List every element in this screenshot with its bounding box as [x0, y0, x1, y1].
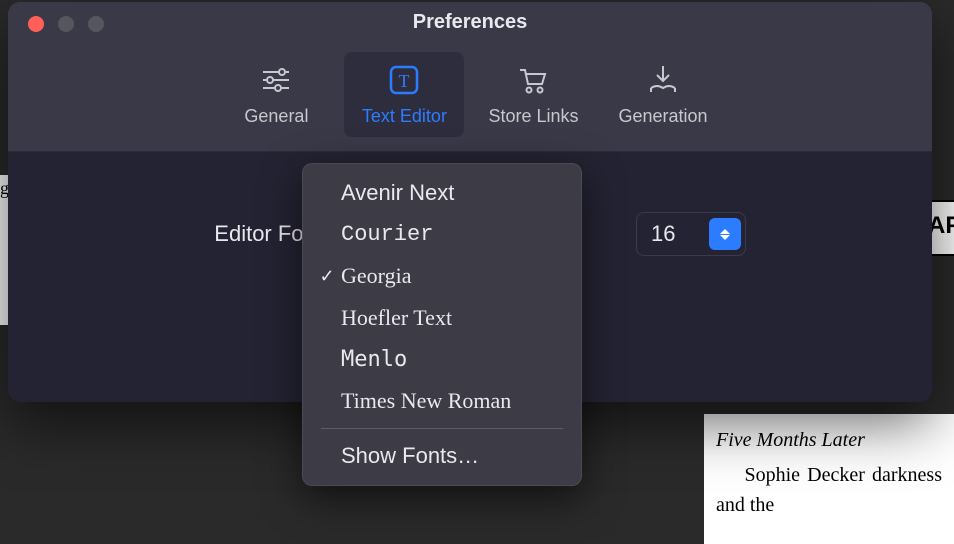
font-size-input[interactable]	[637, 213, 705, 255]
window-title: Preferences	[24, 11, 916, 34]
tab-store-links[interactable]: Store Links	[472, 52, 594, 137]
font-option-hoefler-text[interactable]: Hoefler Text	[303, 297, 581, 339]
font-option-courier[interactable]: Courier	[303, 214, 581, 255]
menu-item-label: Hoefler Text	[341, 305, 452, 331]
tab-generation[interactable]: Generation	[602, 52, 723, 137]
minimize-button[interactable]	[58, 16, 74, 32]
text-editor-icon: T	[386, 62, 422, 98]
maximize-button[interactable]	[88, 16, 104, 32]
chevron-up-icon	[720, 229, 730, 234]
font-option-avenir-next[interactable]: Avenir Next	[303, 172, 581, 214]
menu-item-label: Times New Roman	[341, 388, 511, 414]
svg-text:T: T	[399, 71, 410, 91]
font-size-stepper[interactable]	[709, 218, 741, 250]
cart-icon	[515, 62, 551, 98]
tab-label: General	[244, 106, 308, 127]
font-dropdown-menu: Avenir Next Courier ✓ Georgia Hoefler Te…	[302, 163, 582, 486]
menu-item-label: Menlo	[341, 347, 407, 372]
menu-item-label: Show Fonts…	[341, 443, 479, 469]
background-document: Five Months Later Sophie Decker darkness…	[704, 414, 954, 544]
tab-label: Text Editor	[362, 106, 447, 127]
tab-general[interactable]: General	[216, 52, 336, 137]
check-icon: ✓	[313, 266, 341, 287]
download-book-icon	[645, 62, 681, 98]
tab-text-editor[interactable]: T Text Editor	[344, 52, 464, 137]
preferences-tabbar: General T Text Editor Store Links	[8, 42, 932, 152]
font-option-times-new-roman[interactable]: Times New Roman	[303, 380, 581, 422]
menu-divider	[321, 428, 563, 429]
font-size-field	[636, 212, 746, 256]
tab-label: Store Links	[488, 106, 578, 127]
traffic-lights	[28, 16, 104, 32]
tab-label: Generation	[618, 106, 707, 127]
menu-item-label: Georgia	[341, 263, 411, 289]
chevron-down-icon	[720, 235, 730, 240]
sliders-icon	[258, 62, 294, 98]
menu-item-label: Avenir Next	[341, 180, 454, 206]
close-button[interactable]	[28, 16, 44, 32]
titlebar: Preferences	[8, 2, 932, 42]
font-option-menlo[interactable]: Menlo	[303, 339, 581, 380]
menu-item-label: Courier	[341, 222, 433, 247]
background-doc-heading: Five Months Later	[716, 429, 942, 452]
background-doc-body: Sophie Decker darkness and the	[716, 460, 942, 520]
editor-font-label: Editor Font:	[48, 221, 328, 247]
show-fonts-item[interactable]: Show Fonts…	[303, 435, 581, 477]
font-option-georgia[interactable]: ✓ Georgia	[303, 255, 581, 297]
